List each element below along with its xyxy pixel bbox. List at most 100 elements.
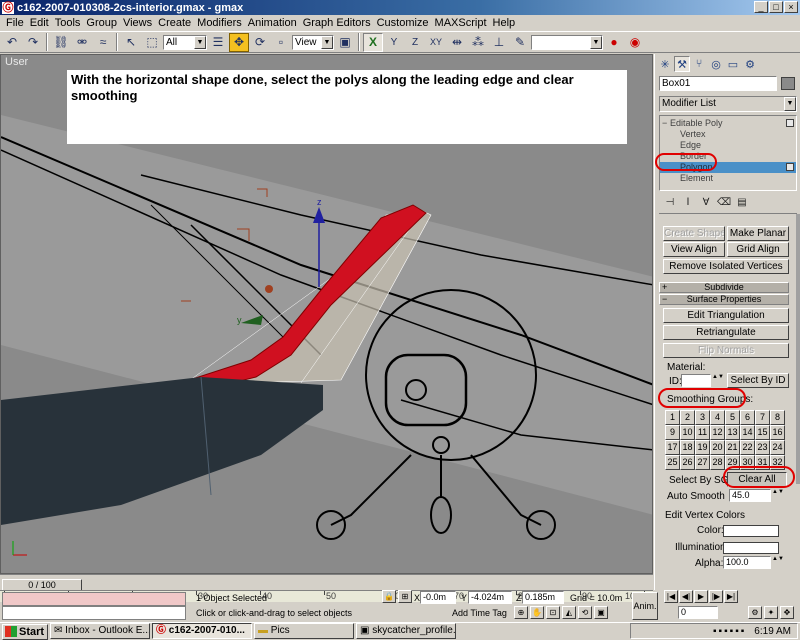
select-object-icon[interactable]: ↖ bbox=[121, 33, 141, 52]
user-viewport[interactable]: z y User With the horizontal shape done,… bbox=[0, 54, 653, 574]
smoothing-group-button[interactable]: 2 bbox=[680, 410, 695, 425]
select-by-sg-label[interactable]: Select By SG bbox=[669, 475, 728, 486]
x-coord-field[interactable]: -0.0m bbox=[420, 591, 456, 604]
pivot-center-icon[interactable]: ▣ bbox=[335, 33, 355, 52]
smoothing-group-button[interactable]: 27 bbox=[695, 455, 710, 470]
smoothing-group-button[interactable]: 25 bbox=[665, 455, 680, 470]
pan-icon[interactable]: ✋ bbox=[530, 606, 544, 619]
material-editor-icon[interactable]: ✎ bbox=[510, 33, 530, 52]
smoothing-group-button[interactable]: 21 bbox=[725, 440, 740, 455]
object-name-field[interactable]: Box01 bbox=[659, 76, 777, 91]
expand-icon[interactable]: + bbox=[662, 283, 667, 292]
smoothing-group-button[interactable]: 13 bbox=[725, 425, 740, 440]
title-bar[interactable]: Ⓖ c162-2007-010308-2cs-interior.gmax - g… bbox=[0, 0, 800, 15]
menu-group[interactable]: Group bbox=[83, 17, 120, 29]
smoothing-group-button[interactable]: 18 bbox=[680, 440, 695, 455]
stack-item-element[interactable]: Element bbox=[660, 173, 796, 184]
create-shape-button[interactable]: Create Shape bbox=[663, 226, 725, 241]
maximize-button[interactable]: □ bbox=[769, 1, 783, 13]
menu-graph-editors[interactable]: Graph Editors bbox=[300, 17, 374, 29]
smoothing-group-button[interactable]: 3 bbox=[695, 410, 710, 425]
collapse-icon[interactable]: − bbox=[662, 295, 667, 304]
smoothing-group-button[interactable]: 19 bbox=[695, 440, 710, 455]
spinner-arrows-icon[interactable]: ▲▼ bbox=[712, 374, 724, 386]
panel-scrollbar[interactable] bbox=[796, 214, 800, 484]
task-pics-folder[interactable]: ▬ Pics bbox=[254, 623, 354, 639]
pin-stack-icon[interactable]: ⊣ bbox=[663, 197, 677, 211]
menu-create[interactable]: Create bbox=[155, 17, 194, 29]
select-and-move-icon[interactable]: ✥ bbox=[229, 32, 249, 52]
auto-smooth-label[interactable]: Auto Smooth bbox=[667, 491, 725, 502]
undo-icon[interactable]: ↶ bbox=[2, 33, 22, 52]
arc-rotate-icon[interactable]: ⟲ bbox=[578, 606, 592, 619]
smoothing-group-button[interactable]: 7 bbox=[755, 410, 770, 425]
restrict-xy-button[interactable]: XY bbox=[426, 33, 446, 52]
material-id-field[interactable] bbox=[681, 374, 711, 387]
menu-animation[interactable]: Animation bbox=[245, 17, 300, 29]
task-outlook[interactable]: ✉ Inbox - Outlook E... bbox=[50, 623, 150, 639]
surface-properties-rollout[interactable]: − Surface Properties bbox=[659, 294, 789, 305]
smoothing-group-button[interactable]: 4 bbox=[710, 410, 725, 425]
smoothing-group-button[interactable]: 28 bbox=[710, 455, 725, 470]
z-coord-field[interactable]: 0.185m bbox=[522, 591, 564, 604]
quick-render-icon[interactable]: ◉ bbox=[625, 33, 645, 52]
spinner-arrows-icon[interactable]: ▲▼ bbox=[772, 556, 784, 568]
edit-triangulation-button[interactable]: Edit Triangulation bbox=[663, 308, 789, 323]
close-button[interactable]: × bbox=[784, 1, 798, 13]
select-by-name-icon[interactable]: ☰ bbox=[208, 33, 228, 52]
modifier-list-dropdown[interactable]: Modifier List ▼ bbox=[659, 96, 797, 112]
menu-maxscript[interactable]: MAXScript bbox=[432, 17, 490, 29]
select-and-rotate-icon[interactable]: ⟳ bbox=[250, 33, 270, 52]
orbit-icon[interactable]: ✦ bbox=[764, 606, 778, 619]
grid-align-button[interactable]: Grid Align bbox=[727, 242, 789, 257]
restrict-y-button[interactable]: Y bbox=[384, 33, 404, 52]
smoothing-group-button[interactable]: 16 bbox=[770, 425, 785, 440]
tray-clock[interactable]: 6:19 AM bbox=[754, 626, 791, 637]
start-button[interactable]: Start bbox=[2, 623, 48, 640]
y-coord-field[interactable]: -4.024m bbox=[468, 591, 512, 604]
select-and-scale-icon[interactable]: ▫ bbox=[271, 33, 291, 52]
remove-isolated-vertices-button[interactable]: Remove Isolated Vertices bbox=[663, 259, 789, 274]
render-scene-icon[interactable]: ● bbox=[604, 33, 624, 52]
smoothing-group-button[interactable]: 14 bbox=[740, 425, 755, 440]
show-end-result-icon[interactable]: Ⅰ bbox=[681, 197, 695, 211]
mirror-icon[interactable]: ⇹ bbox=[447, 33, 467, 52]
min-max-toggle-icon[interactable]: ▣ bbox=[594, 606, 608, 619]
play-icon[interactable]: ▶ bbox=[694, 590, 708, 603]
bind-space-warp-icon[interactable]: ≈ bbox=[93, 33, 113, 52]
walkthrough-icon[interactable]: ✥ bbox=[780, 606, 794, 619]
smoothing-group-button[interactable]: 10 bbox=[680, 425, 695, 440]
menu-tools[interactable]: Tools bbox=[52, 17, 84, 29]
dropdown-arrow-icon[interactable]: ▼ bbox=[590, 35, 602, 49]
retriangulate-button[interactable]: Retriangulate bbox=[663, 325, 789, 340]
smoothing-group-button[interactable]: 11 bbox=[695, 425, 710, 440]
smoothing-group-button[interactable]: 24 bbox=[770, 440, 785, 455]
zoom-extents-icon[interactable]: ⊡ bbox=[546, 606, 560, 619]
task-gmax[interactable]: Ⓖ c162-2007-010... bbox=[152, 623, 252, 639]
smoothing-group-button[interactable]: 9 bbox=[665, 425, 680, 440]
make-unique-icon[interactable]: ∀ bbox=[699, 197, 713, 211]
spinner-arrows-icon[interactable]: ▲▼ bbox=[772, 489, 784, 501]
object-color-swatch[interactable] bbox=[781, 77, 795, 90]
auto-smooth-threshold-field[interactable]: 45.0 bbox=[729, 489, 771, 502]
selection-filter-dropdown[interactable]: All ▼ bbox=[163, 34, 207, 50]
gmax-app-icon[interactable]: Ⓖ bbox=[2, 1, 14, 14]
menu-modifiers[interactable]: Modifiers bbox=[194, 17, 245, 29]
motion-tab-icon[interactable]: ◎ bbox=[708, 56, 724, 72]
absolute-mode-icon[interactable]: ⊞ bbox=[398, 590, 412, 603]
zoom-icon[interactable]: ⊕ bbox=[514, 606, 528, 619]
array-icon[interactable]: ⁂ bbox=[468, 33, 488, 52]
smoothing-group-button[interactable]: 5 bbox=[725, 410, 740, 425]
configure-modifiers-icon[interactable]: ▤ bbox=[735, 197, 749, 211]
viewport-label[interactable]: User bbox=[5, 56, 28, 68]
smoothing-group-button[interactable]: 15 bbox=[755, 425, 770, 440]
animate-mode-button[interactable]: Anim. bbox=[632, 592, 658, 620]
make-planar-button[interactable]: Make Planar bbox=[727, 226, 789, 241]
menu-help[interactable]: Help bbox=[490, 17, 519, 29]
lock-selection-icon[interactable]: 🔒 bbox=[382, 590, 396, 603]
smoothing-group-button[interactable]: 6 bbox=[740, 410, 755, 425]
create-tab-icon[interactable]: ✳ bbox=[657, 56, 673, 72]
stack-item-edge[interactable]: Edge bbox=[660, 140, 796, 151]
dropdown-arrow-icon[interactable]: ▼ bbox=[784, 97, 796, 111]
toggle-box-icon[interactable] bbox=[786, 119, 794, 127]
